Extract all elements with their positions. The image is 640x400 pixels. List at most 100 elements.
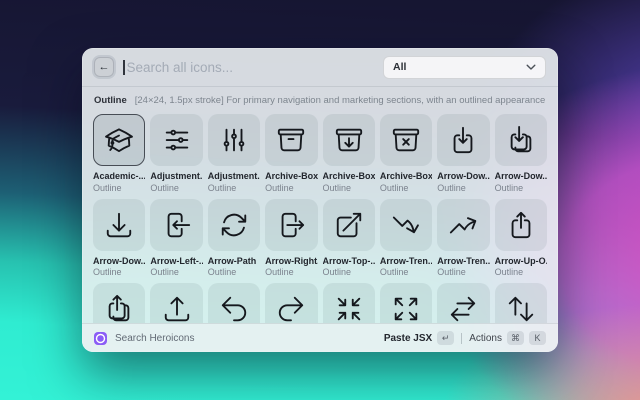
desktop-background: { "search": { "placeholder": "Search all… xyxy=(0,0,640,400)
icon-card-style: Outline xyxy=(379,183,409,193)
actions-label: Actions xyxy=(469,332,502,344)
chevron-down-icon xyxy=(526,64,536,70)
arrow-uturn-left-icon xyxy=(221,296,247,322)
icon-card-arrows-pointing-in[interactable] xyxy=(322,282,375,323)
icon-card-style: Outline xyxy=(265,267,294,277)
section-header: Outline [24×24, 1.5px stroke] For primar… xyxy=(94,95,546,106)
icon-card-style: Outline xyxy=(265,183,294,193)
icon-card-arrows-up-down[interactable] xyxy=(494,282,547,323)
icon-card-label: Archive-Box xyxy=(265,171,318,182)
icon-card-arrow-up-on-square-stack[interactable] xyxy=(93,282,146,323)
filter-dropdown[interactable]: All xyxy=(383,55,546,79)
icon-card-arrow-left-on-rectangle[interactable]: Arrow-Left-... Outline xyxy=(150,198,203,278)
back-button[interactable]: ← xyxy=(94,57,114,77)
arrows-pointing-in-icon xyxy=(337,297,360,321)
command-key-icon: ⌘ xyxy=(507,331,524,345)
icon-card-adjustments-horizontal[interactable]: Adjustment... Outline xyxy=(150,114,203,193)
icon-card-adjustments-vertical[interactable]: Adjustment... Outline xyxy=(207,114,261,193)
icon-card-label: Arrow-Up-O... xyxy=(494,255,547,266)
icon-card-arrows-pointing-out[interactable] xyxy=(379,282,433,323)
adjustments-horizontal-icon xyxy=(165,130,188,151)
icon-card-arrow-down-on-square[interactable]: Arrow-Dow... Outline xyxy=(437,114,490,193)
icon-grid: Academic-... Outline Adjustment... Outli… xyxy=(93,114,547,323)
arrow-path-icon xyxy=(221,213,247,236)
icon-card-style: Outline xyxy=(150,183,179,193)
icon-card-arrow-path[interactable]: Arrow-Path Outline xyxy=(207,198,261,278)
enter-key-icon: ↵ xyxy=(437,331,455,345)
icon-card-label: Academic-... xyxy=(93,171,146,182)
icon-card-label: Arrow-Dow... xyxy=(93,255,146,266)
footer-actions: Paste JSX ↵ Actions ⌘ K xyxy=(384,331,546,345)
icon-card-archive-box-x-mark[interactable]: Archive-Box... Outline xyxy=(379,114,433,193)
paste-jsx-label: Paste JSX xyxy=(383,332,433,344)
icon-card-label: Arrow-Tren... xyxy=(379,255,433,266)
icon-card-arrow-down-on-square-stack[interactable]: Arrow-Dow... Outline xyxy=(494,114,547,193)
text-caret xyxy=(123,59,125,75)
results-area: Outline [24×24, 1.5px stroke] For primar… xyxy=(82,86,558,323)
icon-card-style: Outline xyxy=(207,183,237,193)
status-bar: Search Heroicons Paste JSX ↵ Actions ⌘ K xyxy=(82,323,558,352)
archive-box-arrow-down-icon xyxy=(335,129,362,152)
icon-card-arrow-right-on-rectangle[interactable]: Arrow-Right... Outline xyxy=(265,198,318,278)
icon-card-style: Outline xyxy=(207,267,237,277)
icon-card-label: Archive-Box... xyxy=(322,171,375,182)
arrow-left-on-rectangle-icon xyxy=(167,212,190,237)
section-description: [24×24, 1.5px stroke] For primary naviga… xyxy=(134,95,546,106)
icon-card-academic-cap[interactable]: Academic-... Outline xyxy=(93,114,146,193)
icon-card-arrow-trending-up[interactable]: Arrow-Tren... Outline xyxy=(437,198,490,278)
arrow-left-icon: ← xyxy=(98,60,110,73)
icon-card-arrow-up-on-square[interactable]: Arrow-Up-O... Outline xyxy=(494,198,547,278)
actions-button[interactable]: Actions ⌘ K xyxy=(469,331,546,345)
icon-card-label: Arrow-Right... xyxy=(265,255,318,266)
arrows-right-left-icon xyxy=(451,296,476,322)
arrow-trending-down-icon xyxy=(392,216,419,233)
icon-card-arrow-up-tray[interactable] xyxy=(150,282,203,323)
academic-cap-icon xyxy=(105,128,134,153)
icon-card-label: Arrow-Path xyxy=(207,255,257,266)
icon-card-label: Arrow-Dow... xyxy=(437,171,490,182)
icon-card-style: Outline xyxy=(93,183,122,193)
k-key-icon: K xyxy=(529,331,546,345)
icon-card-arrow-uturn-right[interactable] xyxy=(265,282,318,323)
icon-card-style: Outline xyxy=(322,267,352,277)
icon-card-arrow-trending-down[interactable]: Arrow-Tren... Outline xyxy=(379,198,433,278)
icon-card-arrows-right-left[interactable] xyxy=(437,282,490,323)
icon-card-archive-box-arrow-down[interactable]: Archive-Box... Outline xyxy=(322,114,375,193)
launcher-window: ← All Outline [24×24, 1.5px stroke] For … xyxy=(82,48,558,352)
adjustments-vertical-icon xyxy=(223,129,245,152)
icon-card-style: Outline xyxy=(322,183,352,193)
icon-card-label: Adjustment... xyxy=(150,171,203,182)
arrows-pointing-out-icon xyxy=(394,297,418,321)
icon-card-archive-box[interactable]: Archive-Box Outline xyxy=(265,114,318,193)
arrow-up-on-square-stack-icon xyxy=(108,294,130,322)
icon-card-label: Arrow-Left-... xyxy=(150,255,203,266)
arrow-down-on-square-icon xyxy=(454,127,473,154)
arrow-down-on-square-stack-icon xyxy=(510,126,532,153)
icon-card-label: Arrow-Tren... xyxy=(437,255,490,266)
search-field xyxy=(123,59,374,75)
archive-box-icon xyxy=(278,129,305,152)
arrows-up-down-icon xyxy=(508,296,533,322)
arrow-trending-up-icon xyxy=(450,216,477,234)
search-input[interactable] xyxy=(126,59,374,75)
extension-name: Search Heroicons xyxy=(115,332,195,344)
icon-card-label: Arrow-Dow... xyxy=(494,171,547,182)
icon-card-style: Outline xyxy=(494,267,524,277)
icon-card-style: Outline xyxy=(150,267,179,277)
icon-card-arrow-top-right-on-square[interactable]: Arrow-Top-... Outline xyxy=(322,198,375,278)
icon-card-style: Outline xyxy=(379,267,409,277)
icon-card-style: Outline xyxy=(437,267,466,277)
search-bar: ← All xyxy=(82,48,558,87)
arrow-uturn-right-icon xyxy=(279,296,304,322)
icon-card-style: Outline xyxy=(437,183,466,193)
arrow-down-tray-icon xyxy=(107,212,132,237)
icon-card-arrow-uturn-left[interactable] xyxy=(207,282,261,323)
heroicons-logo-icon xyxy=(94,331,107,345)
icon-card-arrow-down-tray[interactable]: Arrow-Dow... Outline xyxy=(93,198,146,278)
icon-card-style: Outline xyxy=(494,183,524,193)
paste-jsx-button[interactable]: Paste JSX ↵ xyxy=(383,331,455,345)
icon-card-label: Arrow-Top-... xyxy=(322,255,375,266)
icon-card-label: Adjustment... xyxy=(207,171,261,182)
arrow-up-tray-icon xyxy=(164,296,189,322)
footer-divider xyxy=(461,332,463,344)
